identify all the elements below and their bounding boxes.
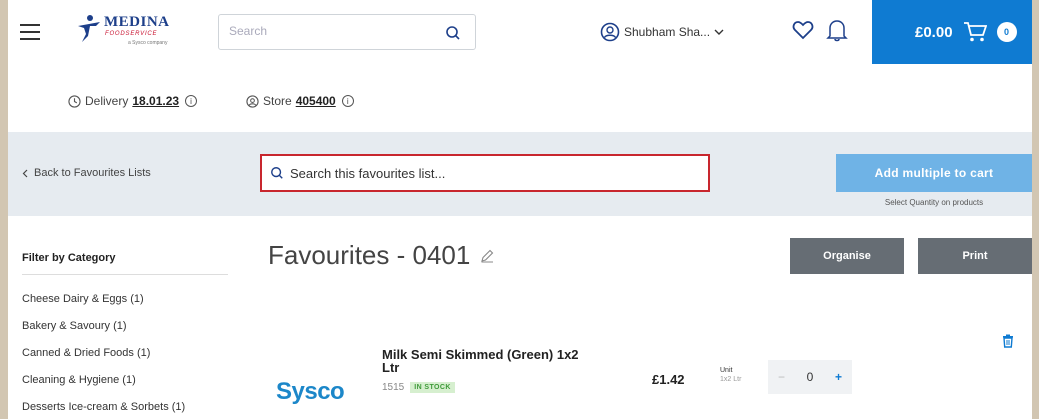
product-code: 1515 [382, 382, 405, 393]
store-info: Store 405400 i [246, 94, 354, 108]
store-number-link[interactable]: 405400 [296, 94, 336, 108]
delivery-label: Delivery [85, 94, 129, 108]
quantity-value[interactable]: 0 [807, 370, 814, 384]
product-row: Sysco Milk Semi Skimmed (Green) 1x2 Ltr … [268, 344, 1028, 419]
favourites-toolbar: Back to Favourites Lists Add multiple to… [8, 132, 1032, 216]
category-item[interactable]: Bakery & Savoury (1) [22, 319, 185, 346]
product-brand-logo: Sysco [276, 378, 345, 405]
pencil-icon[interactable] [480, 249, 494, 263]
quantity-stepper: − 0 + [768, 360, 852, 394]
store-info-icon[interactable]: i [341, 95, 354, 107]
delivery-info-icon[interactable]: i [185, 95, 198, 107]
list-title: Favourites - 0401 [268, 240, 471, 270]
delivery-info: Delivery 18.01.23 i [68, 94, 198, 108]
unit-label: Unit [720, 367, 733, 374]
app-window: MEDINA FOODSERVICE a Sysco company Shubh… [8, 0, 1032, 419]
category-list: Cheese Dairy & Eggs (1) Bakery & Savoury… [22, 292, 185, 419]
bell-icon[interactable] [826, 18, 848, 42]
cart-total: £0.00 [915, 23, 953, 41]
clock-icon [68, 94, 81, 108]
logo-tagline: a Sysco company [128, 40, 168, 46]
heart-icon[interactable] [792, 20, 814, 40]
global-search [218, 14, 476, 50]
favourites-search [260, 154, 710, 192]
search-icon[interactable] [445, 25, 461, 41]
store-icon [246, 94, 259, 108]
store-label: Store [263, 94, 292, 108]
user-avatar-icon [600, 22, 620, 42]
back-label: Back to Favourites Lists [34, 167, 151, 179]
add-multiple-hint: Select Quantity on products [884, 198, 984, 207]
category-item[interactable]: Cheese Dairy & Eggs (1) [22, 292, 185, 319]
stock-badge: IN STOCK [410, 382, 455, 393]
logo[interactable]: MEDINA FOODSERVICE a Sysco company [76, 12, 186, 50]
logo-sub: FOODSERVICE [105, 31, 158, 37]
category-item[interactable]: Desserts Ice-cream & Sorbets (1) [22, 400, 185, 419]
category-item[interactable]: Canned & Dried Foods (1) [22, 346, 185, 373]
logo-brand: MEDINA [104, 14, 170, 30]
organise-button[interactable]: Organise [790, 238, 904, 274]
product-price: £1.42 [652, 372, 685, 387]
product-meta: 1515 IN STOCK [382, 382, 455, 393]
increase-quantity-button[interactable]: + [835, 370, 842, 384]
back-to-favourites-link[interactable]: Back to Favourites Lists [22, 167, 151, 179]
chevron-left-icon [22, 169, 28, 177]
unit-size: 1x2 Ltr [720, 376, 742, 383]
cart-icon [963, 22, 987, 42]
user-menu[interactable]: Shubham Sha... [600, 20, 724, 44]
global-search-input[interactable] [229, 24, 429, 38]
search-icon [271, 167, 283, 179]
product-name[interactable]: Milk Semi Skimmed (Green) 1x2 Ltr [382, 348, 592, 374]
delivery-date-link[interactable]: 18.01.23 [132, 94, 179, 108]
favourites-search-input[interactable] [290, 166, 690, 181]
decrease-quantity-button[interactable]: − [778, 370, 785, 384]
header: MEDINA FOODSERVICE a Sysco company Shubh… [8, 0, 1032, 64]
cart-button[interactable]: £0.00 0 [872, 0, 1032, 64]
unit-selector[interactable]: Unit 1x2 Ltr [720, 366, 741, 384]
chevron-down-icon [714, 29, 724, 35]
logo-figure-icon [78, 15, 100, 42]
user-name: Shubham Sha... [624, 25, 711, 39]
page-title: Favourites - 0401 [268, 240, 494, 271]
category-item[interactable]: Cleaning & Hygiene (1) [22, 373, 185, 400]
divider [22, 274, 228, 275]
cart-count-badge: 0 [996, 22, 1017, 42]
hamburger-menu-icon[interactable] [20, 24, 40, 40]
add-multiple-to-cart-button[interactable]: Add multiple to cart [836, 154, 1032, 192]
print-button[interactable]: Print [918, 238, 1032, 274]
delivery-bar: Delivery 18.01.23 i Store 405400 i [8, 64, 1032, 132]
filter-title: Filter by Category [22, 252, 116, 264]
